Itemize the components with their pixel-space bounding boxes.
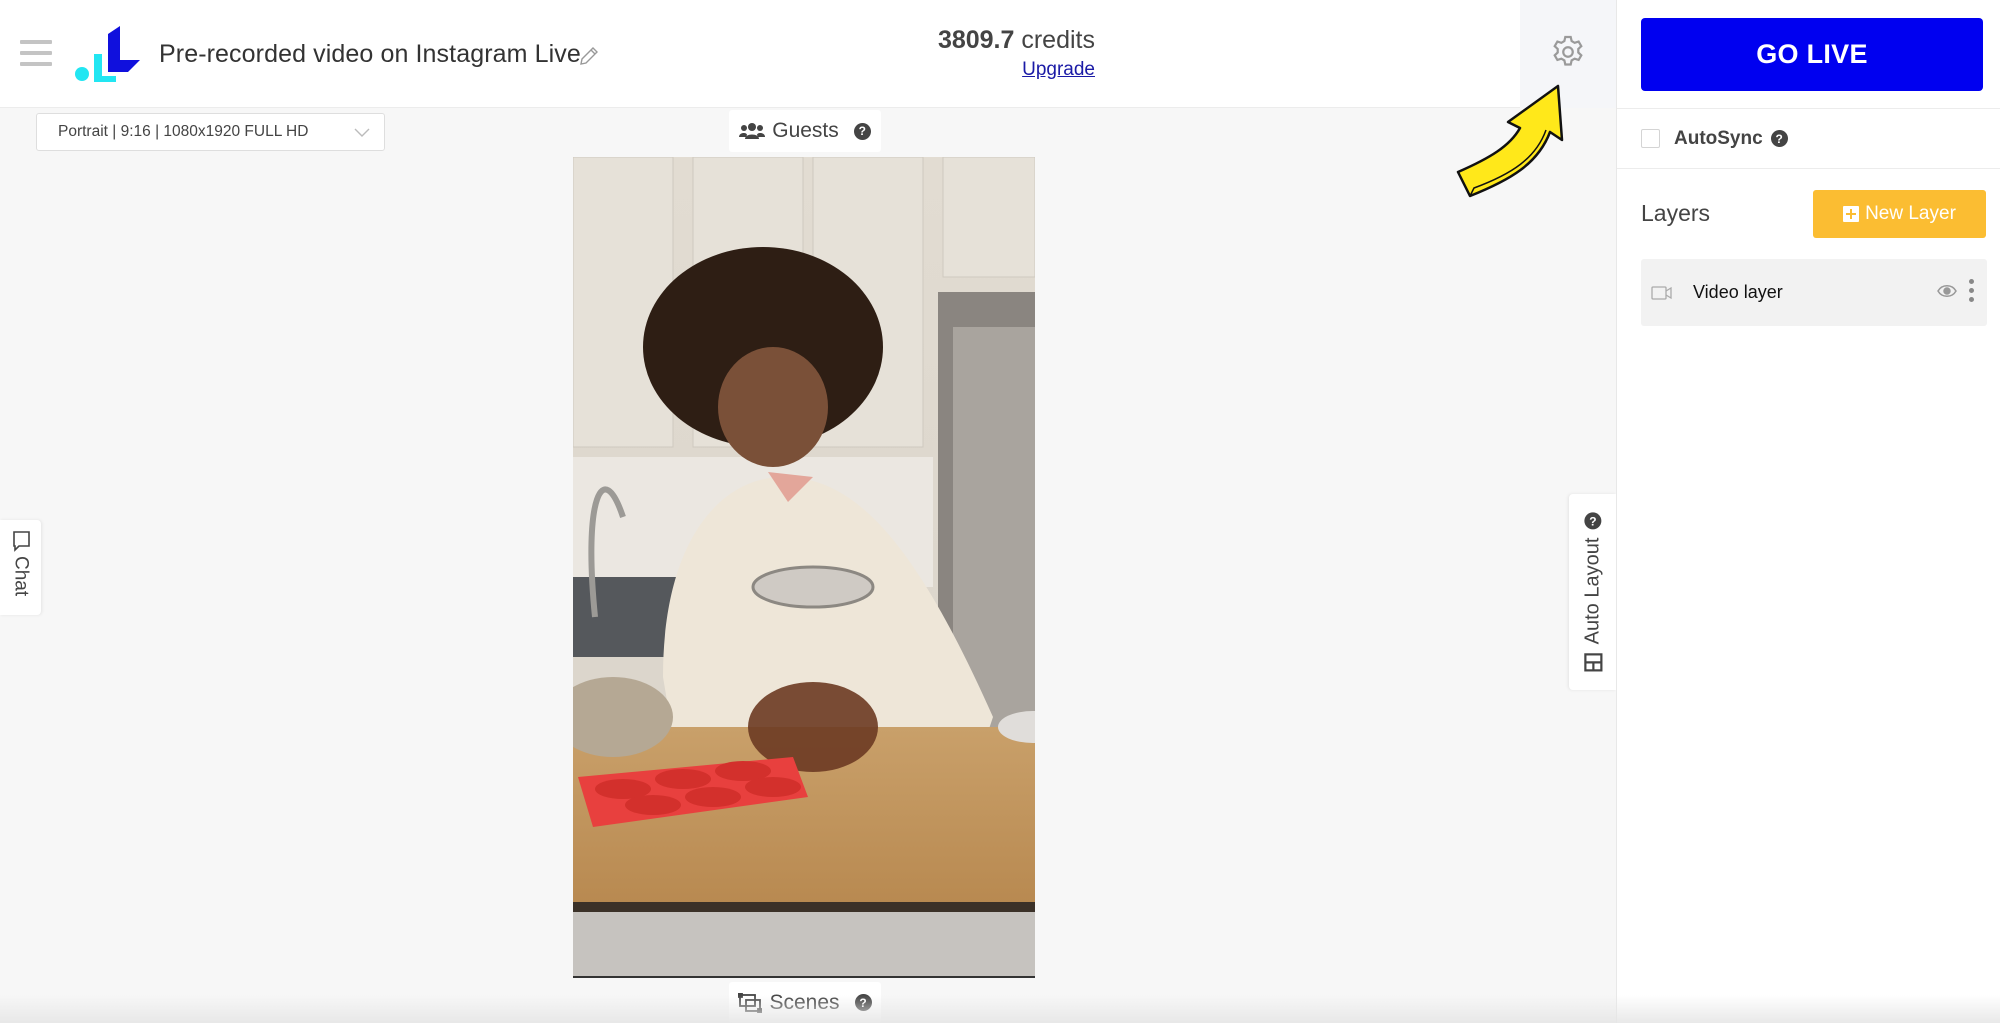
- upgrade-link[interactable]: Upgrade: [1022, 59, 1095, 81]
- credits-display: 3809.7 credits Upgrade: [938, 26, 1095, 81]
- top-header: Pre-recorded video on Instagram Live 380…: [0, 0, 1616, 108]
- auto-layout-tab[interactable]: Auto Layout ?: [1569, 494, 1616, 690]
- right-panel: GO LIVE AutoSync ? Layers New Layer Vide…: [1616, 0, 2000, 1023]
- new-layer-button[interactable]: New Layer: [1813, 190, 1986, 238]
- plus-square-icon: [1843, 206, 1860, 222]
- app-logo[interactable]: [72, 26, 144, 84]
- layer-item[interactable]: Video layer: [1641, 259, 1987, 326]
- credits-label: credits: [1021, 26, 1095, 54]
- annotation-arrow-icon: [1456, 84, 1564, 198]
- help-icon[interactable]: ?: [854, 994, 872, 1011]
- eye-visibility-icon[interactable]: [1937, 283, 1957, 299]
- auto-layout-label: Auto Layout: [1581, 537, 1603, 644]
- layer-name: Video layer: [1693, 282, 1783, 302]
- autosync-label: AutoSync: [1674, 127, 1763, 149]
- new-layer-label: New Layer: [1865, 203, 1956, 224]
- format-select[interactable]: Portrait | 9:16 | 1080x1920 FULL HD: [36, 113, 385, 151]
- chat-label: Chat: [10, 556, 32, 597]
- video-preview[interactable]: [573, 157, 1035, 978]
- pencil-edit-icon[interactable]: [577, 44, 601, 68]
- go-live-button[interactable]: GO LIVE: [1641, 18, 1983, 91]
- scenes-layout-icon: [738, 992, 763, 1013]
- video-camera-icon: [1651, 285, 1672, 300]
- scenes-label: Scenes: [769, 990, 840, 1014]
- help-icon[interactable]: ?: [1584, 512, 1601, 530]
- guests-label: Guests: [772, 119, 839, 142]
- chevron-down-icon: [354, 128, 370, 137]
- autosync-row: AutoSync ?: [1617, 108, 2000, 169]
- help-icon[interactable]: ?: [853, 122, 871, 140]
- scenes-tab[interactable]: Scenes ?: [729, 982, 881, 1023]
- chat-tab[interactable]: Chat: [0, 520, 41, 615]
- video-frame-image: [573, 157, 1035, 976]
- menu-hamburger-icon[interactable]: [20, 40, 52, 68]
- layout-grid-icon: [1583, 652, 1602, 671]
- users-group-icon: [739, 123, 766, 139]
- format-select-value: Portrait | 9:16 | 1080x1920 FULL HD: [58, 123, 309, 140]
- help-icon[interactable]: ?: [1770, 130, 1788, 147]
- more-options-icon[interactable]: [1967, 279, 1975, 307]
- project-title: Pre-recorded video on Instagram Live: [159, 40, 581, 68]
- guests-tab[interactable]: Guests ?: [729, 110, 881, 152]
- gear-icon: [1553, 35, 1583, 66]
- layers-heading: Layers: [1641, 200, 1711, 226]
- credits-value: 3809.7: [937, 26, 1015, 54]
- autosync-checkbox[interactable]: [1641, 129, 1660, 148]
- chat-bubble-icon: [12, 531, 30, 552]
